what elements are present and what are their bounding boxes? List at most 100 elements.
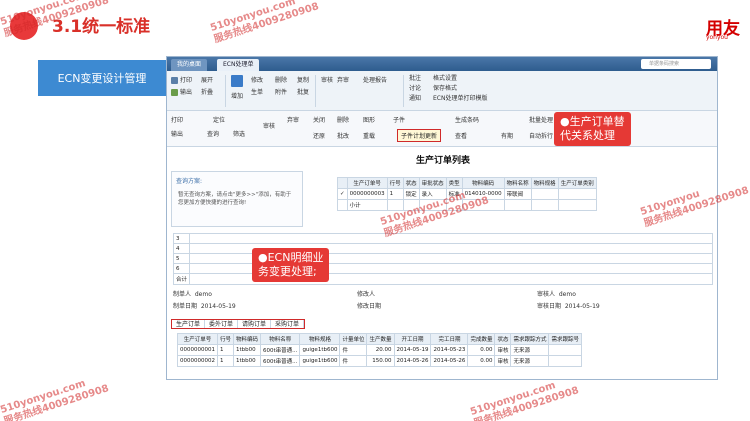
col-status[interactable]: 状态 bbox=[402, 177, 420, 189]
col-header[interactable]: 完成数量 bbox=[467, 333, 496, 345]
cell: 600t串普通... bbox=[260, 355, 301, 367]
table-row[interactable]: 0000000001 1 1tbb00 600t串普通... guige1tb6… bbox=[177, 344, 582, 356]
row-checkbox[interactable]: ✓ bbox=[337, 188, 348, 200]
subtab-requisition[interactable]: 请购订单 bbox=[238, 320, 272, 328]
collapse-button[interactable]: 折叠 bbox=[201, 87, 213, 96]
restore-button[interactable]: 还原 bbox=[313, 131, 325, 140]
edit-button[interactable]: 修改 bbox=[251, 75, 263, 84]
col-header[interactable]: 物料编码 bbox=[233, 333, 262, 345]
col-header[interactable]: 计量单位 bbox=[339, 333, 368, 345]
watermark: 510yonyou.com 服务热线4009280908 bbox=[468, 380, 581, 421]
cell: 1 bbox=[386, 188, 404, 200]
list-export-button[interactable]: 输出 bbox=[171, 129, 183, 138]
auditor-info: 审核人 demo bbox=[537, 291, 576, 298]
expand-button[interactable]: 展开 bbox=[201, 75, 213, 84]
col-header[interactable]: 生产订单号 bbox=[177, 333, 218, 345]
graph-button[interactable]: 图形 bbox=[363, 115, 375, 124]
cell: 审核 bbox=[494, 344, 512, 356]
generate-button[interactable]: 生单 bbox=[251, 87, 263, 96]
save-format-button[interactable]: 保存格式 bbox=[433, 83, 457, 92]
col-header[interactable]: 状态 bbox=[494, 333, 512, 345]
notify-button[interactable]: 通知 bbox=[409, 93, 421, 102]
col-order-class[interactable]: 生产订单类别 bbox=[557, 177, 597, 189]
subtab-purchase[interactable]: 采购订单 bbox=[271, 320, 305, 328]
col-header[interactable]: 开工日期 bbox=[393, 333, 432, 345]
process-report-button[interactable]: 处理报告 bbox=[363, 75, 387, 84]
audit-date-info: 审核日期 2014-05-19 bbox=[537, 303, 600, 310]
detail-subtabs: 生产订单 委外订单 请购订单 采购订单 bbox=[171, 319, 306, 329]
discuss-button[interactable]: 讨论 bbox=[409, 83, 421, 92]
subtab-production[interactable]: 生产订单 bbox=[172, 320, 206, 328]
maker-date-info: 制单日期 2014-05-19 bbox=[173, 303, 236, 310]
table-row[interactable]: 0000000002 1 1tbb00 600t串普通... guige1tb6… bbox=[177, 355, 582, 367]
col-item-name[interactable]: 物料名称 bbox=[503, 177, 532, 189]
cell: 2014-05-26 bbox=[430, 355, 469, 367]
list-unaudit-button[interactable]: 弃审 bbox=[287, 115, 299, 124]
section-label: ECN变更设计管理 bbox=[38, 60, 166, 96]
period-button[interactable]: 有期 bbox=[501, 131, 513, 140]
gen-barcode-button[interactable]: 生成条码 bbox=[455, 115, 479, 124]
print-button[interactable]: 打印 bbox=[171, 75, 192, 84]
col-type[interactable]: 类型 bbox=[445, 177, 463, 189]
col-item-spec[interactable]: 物料规格 bbox=[530, 177, 559, 189]
cell: 0000000003 bbox=[346, 188, 388, 200]
cell bbox=[557, 188, 597, 200]
col-header[interactable]: 生产数量 bbox=[366, 333, 395, 345]
unaudit-button[interactable]: 弃审 bbox=[337, 75, 349, 84]
tab-desktop[interactable]: 我的桌面 bbox=[171, 59, 208, 71]
query-button[interactable]: 查询 bbox=[207, 129, 219, 138]
cell: 审核 bbox=[494, 355, 512, 367]
col-check[interactable] bbox=[337, 177, 348, 189]
add-button[interactable] bbox=[231, 75, 245, 87]
cell: 0000000002 bbox=[177, 355, 218, 367]
cell: 2014-05-26 bbox=[393, 355, 432, 367]
approve-button[interactable]: 批复 bbox=[297, 87, 309, 96]
col-header[interactable]: 行号 bbox=[216, 333, 235, 345]
auto-split-button[interactable]: 自动拆行 bbox=[529, 131, 553, 140]
locate-button[interactable]: 定位 bbox=[213, 115, 225, 124]
cell: guige1tb600 bbox=[299, 344, 341, 356]
add-icon bbox=[231, 75, 243, 87]
maker-info: 制单人 demo bbox=[173, 291, 212, 298]
cell: 件 bbox=[339, 355, 368, 367]
delete-button[interactable]: 删除 bbox=[275, 75, 287, 84]
filter-button[interactable]: 筛选 bbox=[233, 129, 245, 138]
subtab-outsource[interactable]: 委外订单 bbox=[205, 320, 239, 328]
reload-button[interactable]: 重载 bbox=[363, 131, 375, 140]
col-header[interactable]: 物料名称 bbox=[260, 333, 301, 345]
cell bbox=[548, 344, 582, 356]
format-settings-button[interactable]: 格式设置 bbox=[433, 73, 457, 82]
attach-button[interactable]: 附件 bbox=[275, 87, 287, 96]
cell: 0.00 bbox=[467, 355, 496, 367]
export-button[interactable]: 输出 bbox=[171, 87, 192, 96]
tab-ecn[interactable]: ECN处理单 bbox=[217, 59, 260, 71]
print-template-select[interactable]: ECN处理单打印模版 bbox=[433, 93, 487, 102]
search-input[interactable]: 单据条码搜索 bbox=[641, 59, 711, 69]
detail-table: 生产订单号 行号 物料编码 物料名称 物料规格 计量单位 生产数量 开工日期 完… bbox=[177, 333, 582, 367]
copy-button[interactable]: 复制 bbox=[297, 75, 309, 84]
list-audit-button[interactable]: 审核 bbox=[263, 121, 275, 130]
list-print-button[interactable]: 打印 bbox=[171, 115, 183, 124]
batch-process-button[interactable]: 批量处理 bbox=[529, 115, 553, 124]
batch-edit-button[interactable]: 批改 bbox=[337, 131, 349, 140]
subpart-plan-update-button[interactable]: 子件计划更新 bbox=[397, 129, 442, 142]
cell: guige1tb600 bbox=[299, 355, 341, 367]
cell: 锁定 bbox=[402, 188, 420, 200]
col-header[interactable]: 需求跟踪方式 bbox=[510, 333, 550, 345]
audit-button[interactable]: 审核 bbox=[321, 75, 333, 84]
list-delete-button[interactable]: 删除 bbox=[337, 115, 349, 124]
col-header[interactable]: 需求跟踪号 bbox=[548, 333, 582, 345]
subpart-button[interactable]: 子件 bbox=[393, 115, 405, 124]
annotate-button[interactable]: 批注 bbox=[409, 73, 421, 82]
cell: 150.00 bbox=[366, 355, 395, 367]
view-button[interactable]: 查看 bbox=[455, 131, 467, 140]
col-approval[interactable]: 审批状态 bbox=[418, 177, 447, 189]
col-order-no[interactable]: 生产订单号 bbox=[346, 177, 388, 189]
query-title: 查询方案: bbox=[176, 178, 203, 185]
col-line[interactable]: 行号 bbox=[386, 177, 404, 189]
col-header[interactable]: 物料规格 bbox=[299, 333, 341, 345]
cell: 无来源 bbox=[510, 344, 550, 356]
close-button[interactable]: 关闭 bbox=[313, 115, 325, 124]
cell: 件 bbox=[339, 344, 368, 356]
col-header[interactable]: 完工日期 bbox=[430, 333, 469, 345]
